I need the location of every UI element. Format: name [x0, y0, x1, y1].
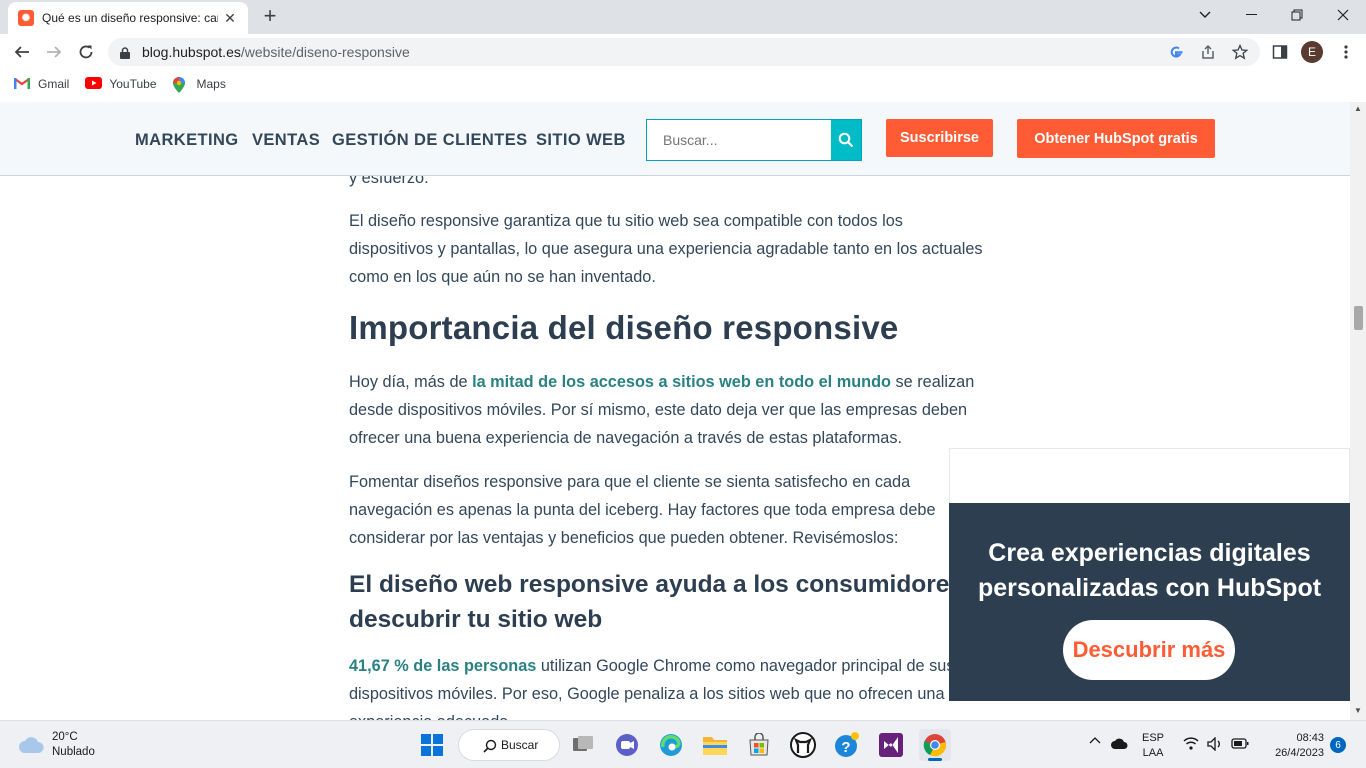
tab-search-chevron-icon[interactable] [1182, 0, 1228, 30]
nav-gestion-clientes[interactable]: GESTIÓN DE CLIENTES [332, 131, 528, 150]
hubspot-promo-popup: Crea experiencias digitales personalizad… [949, 503, 1350, 701]
gmail-icon [14, 77, 30, 91]
youtube-icon [85, 77, 103, 91]
search-icon [483, 739, 497, 753]
microsoft-store-icon[interactable] [743, 729, 775, 761]
temperature-text: 20°C [52, 731, 78, 743]
forward-button[interactable] [42, 40, 66, 64]
teams-chat-icon[interactable] [611, 729, 643, 761]
windows-icon [421, 734, 443, 756]
notification-badge[interactable]: 6 [1330, 737, 1346, 753]
share-icon[interactable] [1198, 42, 1218, 62]
get-hubspot-free-button[interactable]: Obtener HubSpot gratis [1017, 119, 1215, 158]
url-text: blog.hubspot.es/website/diseno-responsiv… [142, 44, 410, 60]
discover-more-button[interactable]: Descubrir más [1063, 620, 1235, 680]
address-bar[interactable]: blog.hubspot.es/website/diseno-responsiv… [108, 38, 1260, 66]
search-input[interactable] [647, 120, 831, 160]
profile-avatar[interactable]: E [1301, 41, 1323, 63]
page-scrollbar[interactable]: ▲ ▼ [1350, 102, 1366, 720]
nav-sitio-web[interactable]: SITIO WEB [536, 131, 626, 150]
hubspot-favicon-icon: ✺ [18, 10, 34, 26]
link-mitad-accesos[interactable]: la mitad de los accesos a sitios web en … [472, 373, 891, 391]
visual-studio-icon[interactable] [875, 729, 907, 761]
weather-text: Nublado [52, 746, 95, 758]
cloud-icon [19, 737, 44, 753]
site-header: MARKETING VENTAS GESTIÓN DE CLIENTES SIT… [0, 102, 1350, 176]
restore-button[interactable] [1274, 0, 1320, 30]
google-translate-icon[interactable] [1166, 42, 1186, 62]
taskbar-search[interactable]: Buscar [458, 729, 560, 761]
bookmark-star-icon[interactable] [1230, 42, 1250, 62]
nav-ventas[interactable]: VENTAS [252, 131, 320, 150]
search-button[interactable] [831, 120, 861, 160]
volume-icon[interactable] [1207, 736, 1223, 756]
bookmark-gmail[interactable]: Gmail [14, 77, 69, 91]
subscribe-button[interactable]: Suscribirse [886, 119, 993, 157]
chrome-menu-icon[interactable] [1336, 42, 1356, 62]
github-desktop-icon[interactable] [787, 729, 819, 761]
file-explorer-icon[interactable] [699, 729, 731, 761]
scroll-up-arrow-icon[interactable]: ▲ [1354, 104, 1362, 113]
start-button[interactable] [416, 729, 448, 761]
maps-icon [172, 77, 189, 93]
battery-icon[interactable] [1231, 738, 1249, 754]
close-window-button[interactable] [1320, 0, 1366, 30]
svg-text:?: ? [841, 739, 850, 756]
popup-top-area [949, 448, 1350, 504]
task-view-icon[interactable] [567, 729, 599, 761]
paragraph-1: El diseño responsive garantiza que tu si… [349, 212, 983, 286]
bookmark-maps[interactable]: Maps [172, 77, 226, 93]
onedrive-icon[interactable] [1111, 738, 1129, 755]
paragraph-2: Hoy día, más de la mitad de los accesos … [349, 373, 975, 447]
paragraph-4: 41,67 % de las personas utilizan Google … [349, 657, 955, 720]
close-tab-icon[interactable]: ✕ [222, 10, 238, 27]
help-tips-icon[interactable]: ? [831, 729, 863, 761]
back-button[interactable] [10, 40, 34, 64]
link-porcentaje-personas[interactable]: 41,67 % de las personas [349, 657, 536, 675]
windows-taskbar: 20°C Nublado Buscar ? ESP LAA 08:43 26/4… [0, 720, 1366, 768]
heading-importancia: Importancia del diseño responsive [349, 309, 899, 346]
chrome-taskbar-icon[interactable] [919, 729, 951, 761]
reload-button[interactable] [74, 40, 98, 64]
weather-widget[interactable]: 20°C Nublado [18, 730, 95, 760]
browser-tab[interactable]: ✺ Qué es un diseño responsive: car ✕ [8, 2, 248, 34]
tab-title: Qué es un diseño responsive: car [42, 11, 218, 25]
show-hidden-icons-chevron-icon[interactable] [1088, 735, 1102, 750]
scroll-down-arrow-icon[interactable]: ▼ [1354, 706, 1362, 715]
minimize-button[interactable] [1228, 0, 1274, 30]
search-icon [838, 132, 854, 148]
nav-marketing[interactable]: MARKETING [135, 131, 239, 150]
site-search [646, 119, 862, 161]
edge-icon[interactable] [655, 729, 687, 761]
side-panel-icon[interactable] [1270, 42, 1290, 62]
clock[interactable]: 08:43 26/4/2023 [1258, 731, 1324, 761]
scrollbar-thumb[interactable] [1354, 306, 1363, 330]
browser-toolbar: blog.hubspot.es/website/diseno-responsiv… [0, 34, 1366, 70]
paragraph-3: Fomentar diseños responsive para que el … [349, 473, 936, 547]
bookmark-youtube[interactable]: YouTube [85, 77, 157, 91]
popup-title: Crea experiencias digitales personalizad… [977, 539, 1322, 602]
heading-ayuda-consumidores: El diseño web responsive ayuda a los con… [349, 571, 984, 633]
bookmarks-bar: Gmail YouTube Maps [0, 70, 1366, 98]
browser-tabstrip: ✺ Qué es un diseño responsive: car ✕ + [0, 0, 1366, 34]
lock-icon[interactable] [120, 46, 130, 59]
wifi-icon[interactable] [1183, 737, 1199, 755]
new-tab-button[interactable]: + [259, 5, 281, 27]
language-indicator[interactable]: ESP LAA [1142, 731, 1164, 761]
page-viewport: y esfuerzo. El diseño responsive garanti… [0, 102, 1350, 720]
